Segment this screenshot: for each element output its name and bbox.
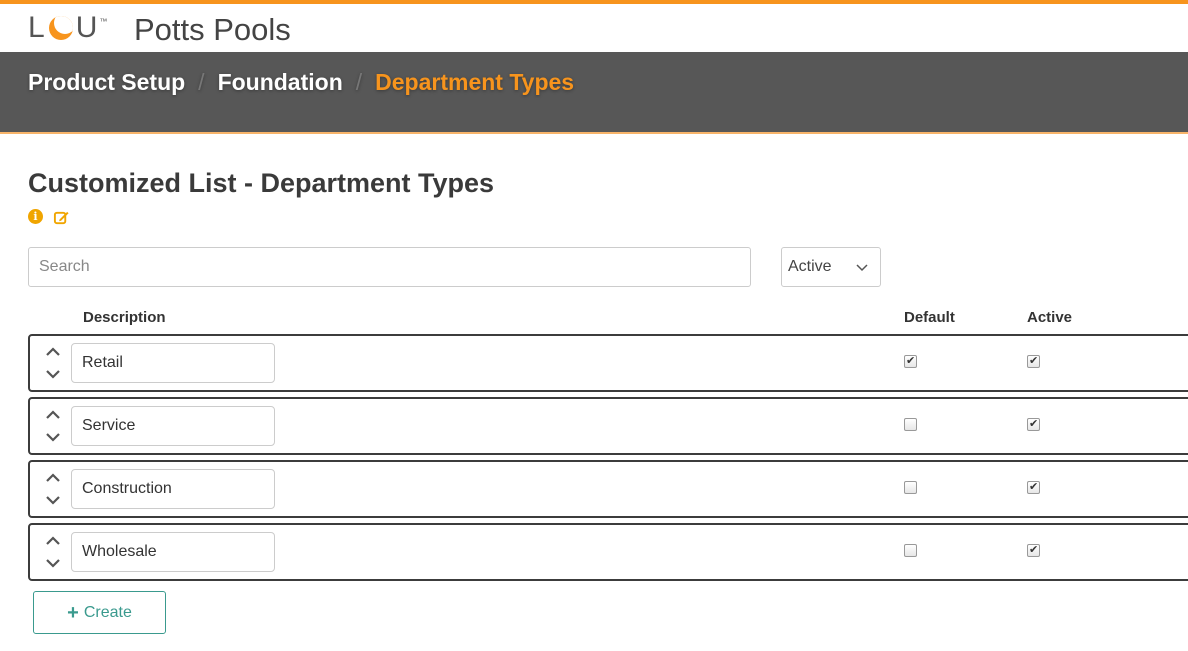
- reorder-arrows[interactable]: [44, 470, 62, 508]
- default-checkbox[interactable]: [904, 354, 917, 368]
- chevron-down-icon[interactable]: [44, 366, 62, 382]
- column-header-default: Default: [904, 309, 955, 326]
- chevron-up-icon[interactable]: [44, 533, 62, 549]
- table-row: Construction: [28, 460, 1188, 518]
- description-input[interactable]: Construction: [71, 469, 275, 509]
- chevron-down-icon[interactable]: [44, 429, 62, 445]
- reorder-arrows[interactable]: [44, 533, 62, 571]
- active-checkbox[interactable]: [1027, 354, 1040, 368]
- status-select[interactable]: Active: [781, 247, 881, 287]
- chevron-down-icon[interactable]: [44, 555, 62, 571]
- breadcrumb-separator: /: [198, 69, 205, 95]
- edit-icon[interactable]: [53, 209, 70, 226]
- column-header-description: Description: [83, 309, 166, 326]
- breadcrumb-foundation[interactable]: Foundation: [218, 69, 343, 96]
- active-checkbox[interactable]: [1027, 480, 1040, 494]
- chevron-down-icon: [856, 264, 868, 272]
- default-checkbox[interactable]: [904, 418, 917, 431]
- chevron-up-icon[interactable]: [44, 470, 62, 486]
- breadcrumb-department-types: Department Types: [375, 69, 575, 95]
- column-header-active: Active: [1027, 309, 1073, 326]
- lou-logo[interactable]: L U ™: [28, 10, 108, 46]
- breadcrumb: Product Setup / Foundation / Department …: [28, 69, 574, 96]
- default-checkbox[interactable]: [904, 481, 917, 494]
- create-button[interactable]: + Create: [33, 591, 166, 634]
- breadcrumb-product-setup[interactable]: Product Setup: [28, 69, 185, 96]
- chevron-up-icon[interactable]: [44, 344, 62, 360]
- chevron-up-icon[interactable]: [44, 407, 62, 423]
- table-row: Wholesale: [28, 523, 1188, 581]
- reorder-arrows[interactable]: [44, 344, 62, 382]
- title-icons: i: [28, 209, 70, 226]
- default-checkbox[interactable]: [904, 544, 917, 557]
- description-input[interactable]: Retail: [71, 343, 275, 383]
- reorder-arrows[interactable]: [44, 407, 62, 445]
- top-bar: L U ™ Potts Pools: [0, 0, 1188, 52]
- company-name: Potts Pools: [134, 12, 291, 47]
- chevron-down-icon[interactable]: [44, 492, 62, 508]
- table-row: Service: [28, 397, 1188, 455]
- description-input[interactable]: Wholesale: [71, 532, 275, 572]
- active-checkbox[interactable]: [1027, 417, 1040, 431]
- breadcrumb-separator: /: [355, 69, 363, 95]
- create-button-label: Create: [83, 603, 132, 621]
- search-input[interactable]: [28, 247, 751, 287]
- info-icon[interactable]: i: [28, 209, 43, 224]
- status-select-value: Active: [788, 258, 832, 275]
- description-input[interactable]: Service: [71, 406, 275, 446]
- table-row: Retail: [28, 334, 1188, 392]
- page-title: Customized List - Department Types: [28, 168, 495, 198]
- active-checkbox[interactable]: [1027, 543, 1040, 557]
- breadcrumb-bar: Product Setup / Foundation / Department …: [0, 52, 1188, 134]
- plus-icon: +: [67, 601, 79, 624]
